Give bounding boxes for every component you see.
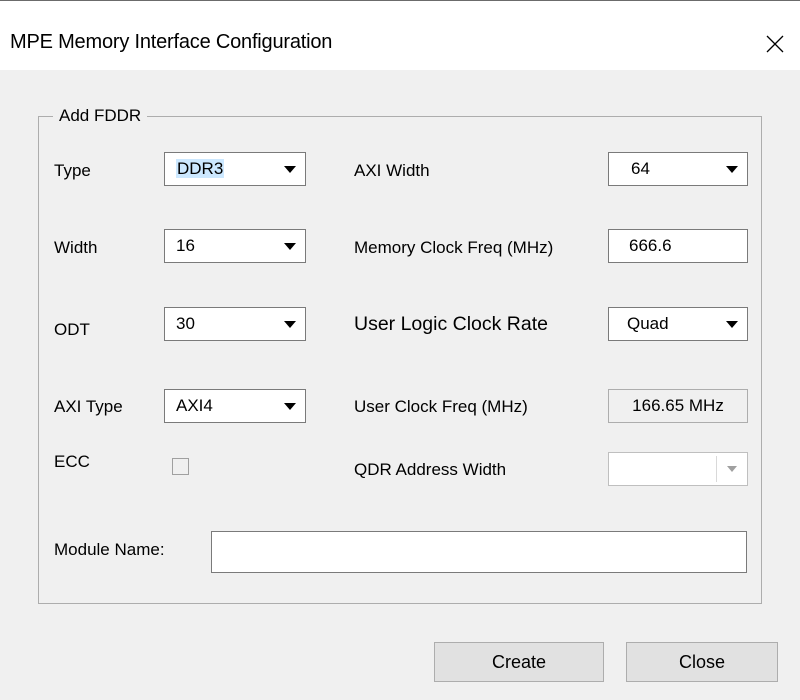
user-clock-freq-label: User Clock Freq (MHz): [354, 397, 528, 416]
user-logic-clock-rate-dropdown[interactable]: Quad: [608, 307, 748, 341]
close-button[interactable]: Close: [626, 642, 778, 682]
ecc-label: ECC: [54, 452, 90, 471]
axi-type-label: AXI Type: [54, 397, 123, 416]
type-value: DDR3: [176, 159, 225, 178]
close-icon[interactable]: [758, 27, 792, 61]
chevron-down-icon[interactable]: [717, 308, 747, 340]
chevron-down-icon[interactable]: [275, 308, 305, 340]
chevron-down-icon[interactable]: [716, 456, 747, 482]
user-clock-freq-value: 166.65 MHz: [608, 389, 748, 423]
window-title: MPE Memory Interface Configuration: [10, 31, 333, 53]
axi-width-label: AXI Width: [354, 161, 430, 180]
odt-dropdown[interactable]: 30: [164, 307, 306, 341]
user-logic-clock-rate-value: Quad: [627, 314, 669, 333]
qdr-address-width-dropdown[interactable]: [608, 452, 748, 486]
axi-width-dropdown[interactable]: 64: [608, 152, 748, 186]
chevron-down-icon[interactable]: [275, 230, 305, 262]
create-button[interactable]: Create: [434, 642, 604, 682]
width-dropdown[interactable]: 16: [164, 229, 306, 263]
ecc-checkbox[interactable]: [172, 458, 189, 475]
chevron-down-icon[interactable]: [275, 153, 305, 185]
axi-type-dropdown[interactable]: AXI4: [164, 389, 306, 423]
odt-label: ODT: [54, 320, 90, 339]
width-label: Width: [54, 238, 98, 257]
axi-type-value: AXI4: [176, 396, 213, 415]
chevron-down-icon[interactable]: [717, 153, 747, 185]
width-value: 16: [176, 236, 195, 255]
type-dropdown[interactable]: DDR3: [164, 152, 306, 186]
module-name-label: Module Name:: [54, 540, 165, 559]
mem-clock-freq-label: Memory Clock Freq (MHz): [354, 238, 554, 257]
module-name-input[interactable]: [211, 531, 747, 573]
title-bar: MPE Memory Interface Configuration: [0, 0, 800, 70]
axi-width-value: 64: [631, 159, 650, 178]
user-logic-clock-rate-label: User Logic Clock Rate: [354, 313, 548, 335]
group-legend: Add FDDR: [53, 106, 148, 126]
odt-value: 30: [176, 314, 195, 333]
type-label: Type: [54, 161, 91, 180]
mem-clock-freq-input[interactable]: 666.6: [608, 229, 748, 263]
qdr-address-width-label: QDR Address Width: [354, 460, 507, 479]
chevron-down-icon[interactable]: [275, 390, 305, 422]
type-value-wrap: DDR3: [165, 159, 275, 179]
